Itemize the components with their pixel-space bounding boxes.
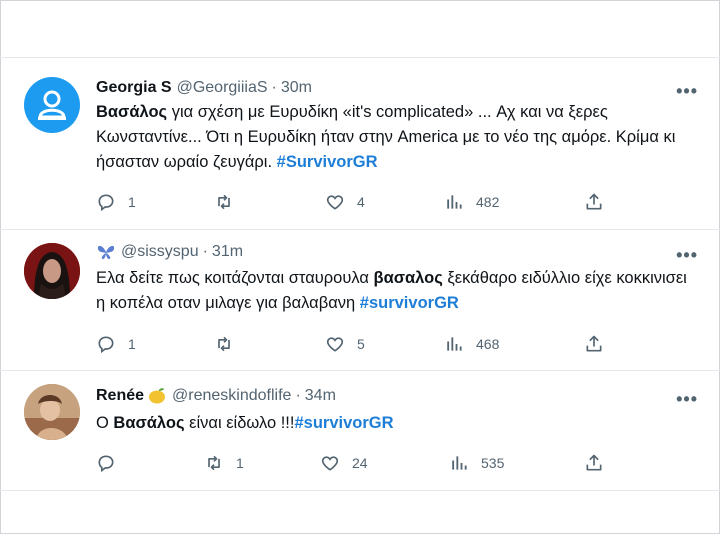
tweet[interactable]: Georgia S @GeorgiiiaS · 30m ••• Βασάλος … (0, 57, 720, 229)
retweet-icon (218, 194, 230, 210)
share-icon (586, 454, 602, 471)
timestamp[interactable]: 30m (281, 79, 312, 97)
separator-dot: · (202, 243, 208, 260)
divider (0, 490, 720, 491)
tweet-actions: 1 5 468 (96, 334, 616, 354)
retweet-button[interactable]: 1 (204, 453, 244, 473)
tweet-actions: 1 24 535 (96, 453, 616, 473)
retweet-count: 1 (236, 455, 244, 471)
view-count: 468 (476, 336, 500, 352)
views-button[interactable]: 535 (449, 453, 504, 473)
user-handle[interactable]: @GeorgiiiaS (177, 79, 268, 97)
tweet[interactable]: Renée @reneskindoflife · 34m ••• Ο Βασάλ… (0, 370, 720, 490)
separator-dot: · (271, 79, 277, 96)
reply-icon (98, 336, 114, 354)
views-icon (452, 456, 467, 470)
tweet-text: Ο Βασάλος είναι είδωλο !!!#survivorGR (96, 411, 696, 436)
view-count: 482 (476, 194, 500, 210)
reply-button[interactable] (96, 453, 128, 473)
butterfly-emoji (96, 243, 116, 261)
like-button[interactable]: 5 (325, 334, 365, 354)
like-button[interactable]: 4 (325, 192, 365, 212)
hashtag[interactable]: #survivorGR (360, 294, 459, 312)
share-button[interactable] (584, 453, 604, 473)
retweet-button[interactable] (214, 334, 246, 354)
like-count: 24 (352, 455, 368, 471)
avatar[interactable] (24, 384, 80, 440)
keyword: Βασάλος (96, 103, 168, 121)
tweet-text: Βασάλος για σχέση με Ευρυδίκη «it's comp… (96, 100, 696, 175)
share-icon (586, 335, 602, 352)
display-name[interactable]: Renée (96, 387, 144, 405)
views-button[interactable]: 468 (444, 334, 499, 354)
like-icon (321, 456, 339, 471)
reply-icon (98, 194, 114, 212)
retweet-icon (208, 455, 220, 471)
views-icon (447, 337, 462, 351)
reply-button[interactable]: 1 (96, 334, 136, 354)
retweet-button[interactable] (214, 192, 246, 212)
user-handle[interactable]: @sissyspu (121, 243, 199, 261)
profile-photo (24, 384, 80, 440)
like-button[interactable]: 24 (320, 453, 368, 473)
views-icon (447, 195, 462, 209)
tweet-header: @sissyspu · 31m (96, 243, 243, 261)
reply-icon (98, 455, 114, 473)
more-icon[interactable]: ••• (676, 389, 698, 410)
text-segment: Ο (96, 414, 114, 432)
views-button[interactable]: 482 (444, 192, 499, 212)
view-count: 535 (481, 455, 505, 471)
tweet-header: Georgia S @GeorgiiiaS · 30m (96, 79, 312, 97)
reply-count: 1 (128, 336, 136, 352)
separator-dot: · (295, 387, 301, 404)
hashtag[interactable]: #SurvivorGR (277, 153, 378, 171)
display-name[interactable]: Georgia S (96, 79, 172, 97)
tweet-actions: 1 4 482 (96, 192, 616, 212)
like-count: 4 (357, 194, 365, 210)
tweet[interactable]: @sissyspu · 31m ••• Ελα δείτε πως κοιτάζ… (0, 229, 720, 370)
text-segment: για σχέση με Ευρυδίκη «it's complicated»… (96, 103, 676, 171)
keyword: Βασάλος (113, 414, 185, 432)
hashtag[interactable]: #survivorGR (294, 414, 393, 432)
tweet-header: Renée @reneskindoflife · 34m (96, 387, 336, 405)
like-icon (326, 195, 344, 210)
profile-photo (24, 243, 80, 299)
lemon-emoji (147, 387, 167, 405)
timestamp[interactable]: 31m (212, 243, 243, 261)
reply-count: 1 (128, 194, 136, 210)
share-button[interactable] (584, 334, 604, 354)
avatar[interactable] (24, 243, 80, 299)
like-count: 5 (357, 336, 365, 352)
reply-button[interactable]: 1 (96, 192, 136, 212)
text-segment: είναι είδωλο !!! (184, 414, 295, 432)
avatar[interactable] (24, 77, 80, 133)
user-handle[interactable]: @reneskindoflife (172, 387, 291, 405)
more-icon[interactable]: ••• (676, 81, 698, 102)
timestamp[interactable]: 34m (305, 387, 336, 405)
share-icon (586, 193, 602, 210)
text-segment: Ελα δείτε πως κοιτάζονται σταυρουλα (96, 269, 374, 287)
share-button[interactable] (584, 192, 604, 212)
keyword: βασαλος (373, 269, 443, 287)
more-icon[interactable]: ••• (676, 245, 698, 266)
tweet-text: Ελα δείτε πως κοιτάζονται σταυρουλα βασα… (96, 266, 696, 316)
retweet-icon (218, 336, 230, 352)
like-icon (326, 337, 344, 352)
default-avatar-icon (38, 90, 66, 120)
